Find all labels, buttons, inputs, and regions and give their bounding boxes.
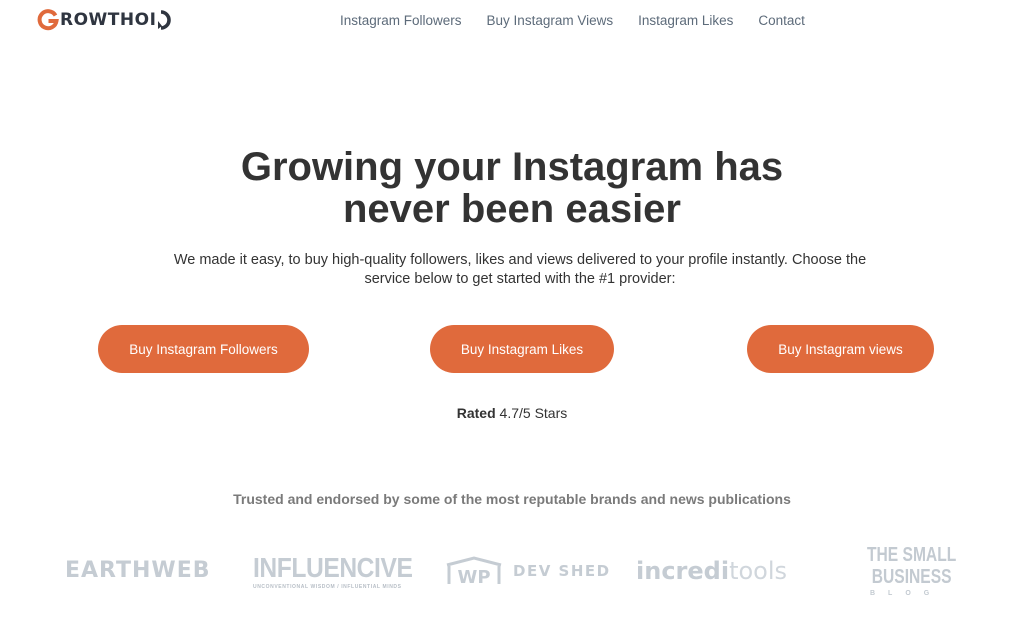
increditools-bold: incredi	[636, 557, 730, 585]
nav-buy-instagram-views[interactable]: Buy Instagram Views	[487, 13, 614, 28]
buy-likes-button[interactable]: Buy Instagram Likes	[430, 325, 614, 373]
hero-title: Growing your Instagram has never been ea…	[0, 146, 1024, 230]
smallbiz-line2: BUSINESS	[871, 566, 952, 588]
trusted-heading: Trusted and endorsed by some of the most…	[233, 491, 791, 507]
svg-text:WP: WP	[457, 567, 490, 586]
brand-increditools-logo: incredi tools	[636, 556, 787, 586]
brand-influencive-logo: INFLUENCIVE UNCONVENTIONAL WISDOM / INFL…	[253, 552, 434, 591]
devshed-name: DEV SHED	[513, 562, 611, 580]
brand-devshed-logo: WP DEV SHED	[445, 556, 611, 586]
logo-d-icon	[158, 10, 172, 30]
increditools-thin: tools	[729, 557, 788, 585]
devshed-shed-icon: WP	[446, 556, 502, 586]
influencive-name: INFLUENCIVE	[253, 552, 413, 583]
nav-contact[interactable]: Contact	[758, 13, 805, 28]
nav-instagram-likes[interactable]: Instagram Likes	[638, 13, 733, 28]
main-nav: Instagram Followers Buy Instagram Views …	[340, 10, 830, 30]
hero-title-line1: Growing your Instagram has	[240, 145, 784, 189]
smallbiz-line3: BLOG	[870, 590, 943, 597]
nav-instagram-followers[interactable]: Instagram Followers	[340, 13, 462, 28]
rating-prefix: Rated	[456, 405, 496, 421]
growthoid-logo[interactable]: ROWTHOI	[37, 8, 173, 32]
rating: Rated 4.7/5 Stars	[0, 405, 1024, 421]
buy-followers-button[interactable]: Buy Instagram Followers	[98, 325, 309, 373]
influencive-tagline: UNCONVENTIONAL WISDOM / INFLUENTIAL MIND…	[253, 584, 402, 590]
buy-views-button[interactable]: Buy Instagram views	[747, 325, 934, 373]
brand-earthweb-logo: EARTHWEB	[65, 558, 211, 583]
smallbiz-line1: THE SMALL	[867, 544, 957, 566]
brand-small-business-blog-logo: THE SMALL BUSINESS BLOG	[867, 544, 981, 597]
hero-subtitle: We made it easy, to buy high-quality fol…	[173, 252, 867, 287]
rating-value: 4.7/5 Stars	[499, 405, 568, 421]
logo-text: ROWTHOI	[60, 10, 157, 30]
hero-title-line2: never been easier	[343, 187, 681, 231]
logo-g-icon	[37, 9, 59, 31]
page: ROWTHOI Instagram Followers Buy Instagra…	[0, 0, 1024, 628]
